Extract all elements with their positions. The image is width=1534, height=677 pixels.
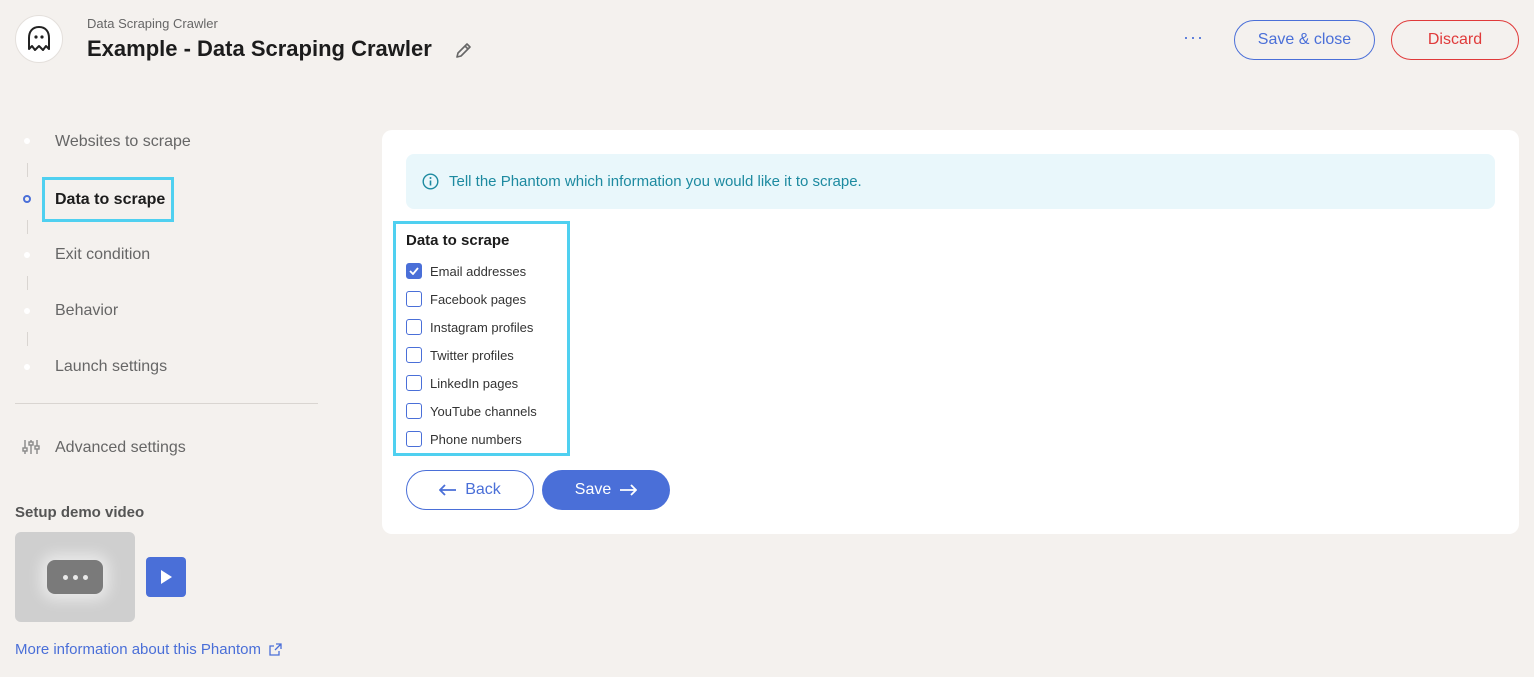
step-launch-settings[interactable]: Launch settings [55, 358, 167, 376]
demo-video-thumbnail[interactable] [15, 532, 135, 622]
advanced-settings-link[interactable]: Advanced settings [55, 439, 186, 457]
play-video-button[interactable] [146, 557, 186, 597]
play-icon [161, 570, 172, 584]
app-subtitle: Data Scraping Crawler [87, 16, 218, 31]
page-title: Example - Data Scraping Crawler [87, 36, 432, 61]
pencil-icon[interactable] [454, 40, 474, 60]
info-text: Tell the Phantom which information you w… [449, 173, 862, 190]
step-dot [24, 252, 30, 258]
check-icon [409, 267, 419, 275]
more-info-link[interactable]: More information about this Phantom [15, 641, 282, 658]
back-button[interactable]: Back [406, 470, 534, 510]
checkbox-option[interactable]: LinkedIn pages [406, 369, 567, 397]
checkbox-option[interactable]: Twitter profiles [406, 341, 567, 369]
more-info-label: More information about this Phantom [15, 641, 261, 658]
main-panel: Tell the Phantom which information you w… [382, 130, 1519, 534]
info-icon [422, 173, 439, 190]
checkbox-option[interactable]: Phone numbers [406, 425, 567, 453]
ghost-icon [28, 26, 50, 51]
checkbox-label: LinkedIn pages [430, 375, 519, 391]
step-connector [27, 276, 28, 290]
discard-button[interactable]: Discard [1391, 20, 1519, 60]
more-options-button[interactable]: ··· [1183, 27, 1204, 48]
step-dot [24, 138, 30, 144]
checkbox-unchecked[interactable] [406, 375, 422, 391]
checkbox-label: YouTube channels [430, 403, 537, 419]
checkbox-unchecked[interactable] [406, 347, 422, 363]
data-to-scrape-field: Data to scrape Email addresses Facebook p… [393, 221, 570, 456]
field-title: Data to scrape [406, 232, 510, 249]
phantom-logo [15, 15, 63, 63]
arrow-left-icon [439, 484, 457, 496]
arrow-right-icon [620, 484, 638, 496]
checkbox-unchecked[interactable] [406, 403, 422, 419]
checkbox-label: Email addresses [430, 263, 527, 279]
save-label: Save [574, 481, 612, 498]
save-button[interactable]: Save [542, 470, 670, 510]
external-link-icon [269, 643, 282, 656]
checkbox-option[interactable]: Facebook pages [406, 285, 567, 313]
sliders-icon [22, 438, 40, 456]
checkbox-unchecked[interactable] [406, 319, 422, 335]
sidebar-divider [15, 403, 318, 404]
checkbox-option[interactable]: Instagram profiles [406, 313, 567, 341]
step-connector [27, 332, 28, 346]
step-exit-condition[interactable]: Exit condition [55, 246, 150, 264]
checkbox-label: Facebook pages [430, 291, 527, 307]
step-dot [24, 364, 30, 370]
video-placeholder-icon [47, 560, 103, 594]
step-dot [24, 308, 30, 314]
step-data-to-scrape[interactable]: Data to scrape [42, 177, 174, 222]
step-connector [27, 220, 28, 234]
demo-video-heading: Setup demo video [15, 504, 145, 521]
checkbox-label: Twitter profiles [430, 347, 514, 363]
step-websites-to-scrape[interactable]: Websites to scrape [55, 133, 191, 151]
checkbox-unchecked[interactable] [406, 431, 422, 447]
back-label: Back [465, 481, 501, 498]
checkbox-label: Phone numbers [430, 431, 522, 447]
checkbox-checked[interactable] [406, 263, 422, 279]
info-banner: Tell the Phantom which information you w… [406, 154, 1495, 209]
step-dot-active [23, 195, 31, 203]
checkbox-unchecked[interactable] [406, 291, 422, 307]
checkbox-option[interactable]: Email addresses [406, 257, 567, 285]
checkbox-label: Instagram profiles [430, 319, 534, 335]
step-connector [27, 163, 28, 177]
save-close-button[interactable]: Save & close [1234, 20, 1375, 60]
checkbox-option[interactable]: YouTube channels [406, 397, 567, 425]
step-behavior[interactable]: Behavior [55, 302, 118, 320]
